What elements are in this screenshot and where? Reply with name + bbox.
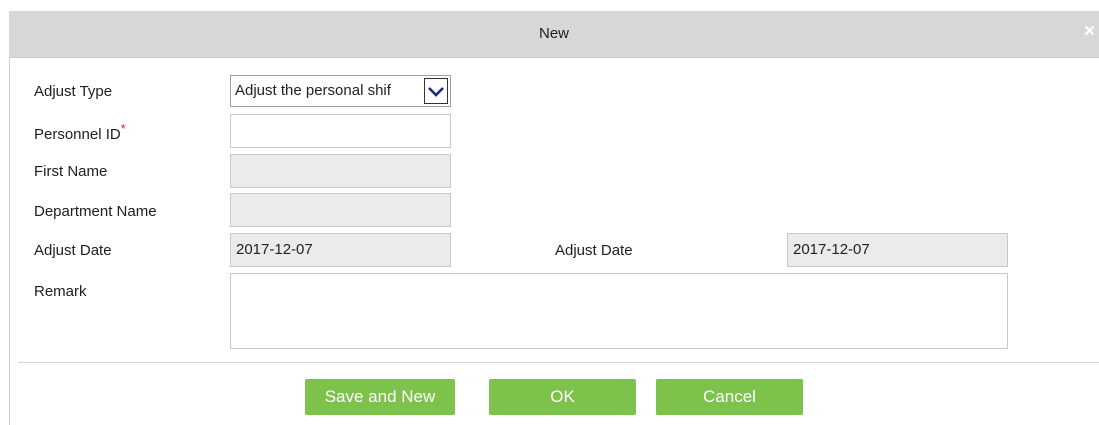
adjust-date-label: Adjust Date bbox=[34, 242, 112, 259]
first-name-field bbox=[230, 154, 451, 188]
personnel-id-label-text: Personnel ID bbox=[34, 126, 121, 143]
cancel-button[interactable]: Cancel bbox=[656, 379, 803, 415]
ok-button[interactable]: OK bbox=[489, 379, 636, 415]
adjust-type-label: Adjust Type bbox=[34, 83, 113, 100]
chevron-down-icon[interactable] bbox=[424, 78, 448, 104]
remark-label: Remark bbox=[34, 283, 87, 300]
dialog-left-border bbox=[9, 57, 10, 425]
new-dialog: New × Adjust Type Adjust the personal sh… bbox=[0, 0, 1099, 425]
close-icon[interactable]: × bbox=[1084, 21, 1095, 43]
adjust-date-end-field[interactable]: 2017-12-07 bbox=[787, 233, 1008, 267]
adjust-type-select[interactable]: Adjust the personal shif bbox=[230, 75, 451, 107]
personnel-id-label: Personnel ID* bbox=[34, 122, 126, 143]
required-mark: * bbox=[120, 122, 126, 136]
remark-textarea[interactable] bbox=[230, 273, 1008, 349]
footer-divider bbox=[18, 362, 1099, 363]
adjust-date-end-label: Adjust Date bbox=[555, 242, 633, 259]
save-and-new-button[interactable]: Save and New bbox=[305, 379, 455, 415]
dialog-titlebar: New × bbox=[9, 11, 1099, 58]
adjust-type-selected-value: Adjust the personal shif bbox=[235, 82, 391, 99]
adjust-date-field[interactable]: 2017-12-07 bbox=[230, 233, 451, 267]
dialog-title: New bbox=[538, 25, 569, 42]
personnel-id-input[interactable] bbox=[230, 114, 451, 148]
department-name-label: Department Name bbox=[34, 203, 157, 220]
department-name-field bbox=[230, 193, 451, 227]
first-name-label: First Name bbox=[34, 163, 108, 180]
